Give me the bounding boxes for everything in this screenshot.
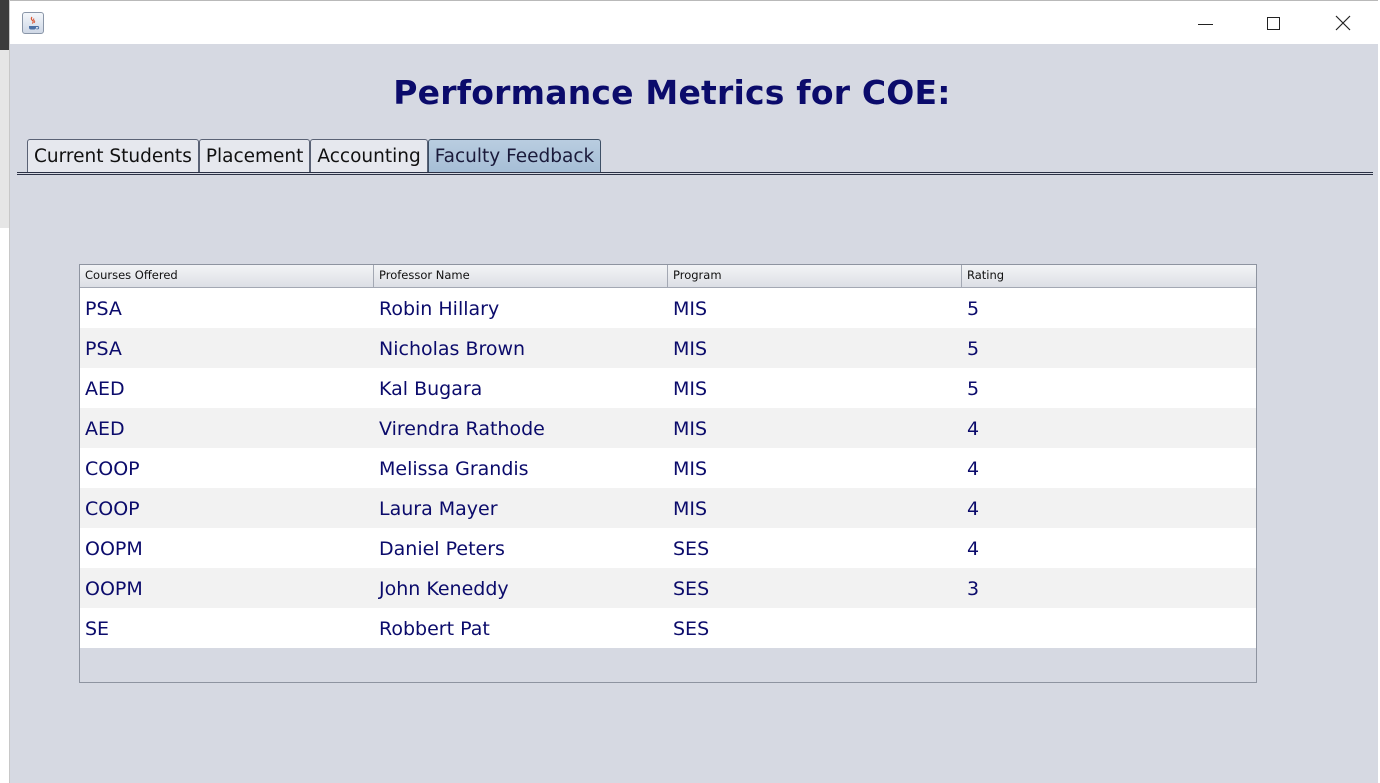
page-title: Performance Metrics for COE: [393, 73, 951, 112]
table-row[interactable]: SE Robbert Pat SES [80, 608, 1256, 648]
column-header-program[interactable]: Program [668, 265, 962, 287]
table-row[interactable]: OOPM Daniel Peters SES 4 [80, 528, 1256, 568]
app-window: Performance Metrics for COE: Current Stu… [10, 0, 1378, 783]
cell-program[interactable]: SES [668, 528, 962, 568]
cell-professor[interactable]: Robin Hillary [374, 288, 668, 328]
close-button[interactable] [1308, 1, 1378, 45]
cell-program[interactable]: MIS [668, 408, 962, 448]
cell-rating[interactable] [962, 608, 1254, 648]
cell-course[interactable]: PSA [80, 328, 374, 368]
cell-course[interactable]: SE [80, 608, 374, 648]
cell-course[interactable]: AED [80, 368, 374, 408]
minimize-icon [1197, 23, 1213, 25]
cell-program[interactable]: MIS [668, 488, 962, 528]
table-row[interactable]: COOP Melissa Grandis MIS 4 [80, 448, 1256, 488]
cell-professor[interactable]: Nicholas Brown [374, 328, 668, 368]
table-header: Courses Offered Professor Name Program R… [80, 265, 1256, 288]
faculty-feedback-table[interactable]: Courses Offered Professor Name Program R… [79, 264, 1257, 683]
cell-rating[interactable]: 5 [962, 328, 1254, 368]
cell-professor[interactable]: Daniel Peters [374, 528, 668, 568]
cell-course[interactable]: AED [80, 408, 374, 448]
java-coffee-icon[interactable] [22, 12, 44, 34]
tab-current-students[interactable]: Current Students [27, 139, 199, 172]
tab-accounting[interactable]: Accounting [310, 139, 428, 172]
cell-program[interactable]: MIS [668, 288, 962, 328]
cell-rating[interactable]: 4 [962, 528, 1254, 568]
column-header-professor-name[interactable]: Professor Name [374, 265, 668, 287]
cell-course[interactable]: OOPM [80, 528, 374, 568]
cell-program[interactable]: MIS [668, 328, 962, 368]
cell-professor[interactable]: Kal Bugara [374, 368, 668, 408]
tab-divider [17, 172, 1373, 175]
maximize-icon [1266, 16, 1280, 30]
table-row[interactable]: COOP Laura Mayer MIS 4 [80, 488, 1256, 528]
cell-course[interactable]: PSA [80, 288, 374, 328]
cell-course[interactable]: COOP [80, 448, 374, 488]
cell-professor[interactable]: Robbert Pat [374, 608, 668, 648]
cell-rating[interactable]: 5 [962, 288, 1254, 328]
cell-rating[interactable]: 4 [962, 488, 1254, 528]
cell-course[interactable]: OOPM [80, 568, 374, 608]
cell-rating[interactable]: 4 [962, 408, 1254, 448]
background-desktop-strip [0, 0, 10, 783]
cell-professor[interactable]: Laura Mayer [374, 488, 668, 528]
close-icon [1335, 15, 1351, 31]
table-row[interactable]: OOPM John Keneddy SES 3 [80, 568, 1256, 608]
cell-program[interactable]: SES [668, 608, 962, 648]
tab-faculty-feedback[interactable]: Faculty Feedback [427, 139, 602, 172]
table-body: PSA Robin Hillary MIS 5 PSA Nicholas Bro… [80, 288, 1256, 648]
cell-course[interactable]: COOP [80, 488, 374, 528]
cell-professor[interactable]: Virendra Rathode [374, 408, 668, 448]
cell-rating[interactable]: 4 [962, 448, 1254, 488]
column-header-rating[interactable]: Rating [962, 265, 1254, 287]
tab-bar: Current Students Placement Accounting Fa… [27, 139, 602, 173]
column-header-courses-offered[interactable]: Courses Offered [80, 265, 374, 287]
table-row[interactable]: PSA Robin Hillary MIS 5 [80, 288, 1256, 328]
cell-program[interactable]: MIS [668, 368, 962, 408]
cell-professor[interactable]: Melissa Grandis [374, 448, 668, 488]
cell-program[interactable]: MIS [668, 448, 962, 488]
maximize-button[interactable] [1238, 1, 1308, 45]
tab-placement[interactable]: Placement [198, 139, 311, 172]
table-row[interactable]: PSA Nicholas Brown MIS 5 [80, 328, 1256, 368]
title-bar[interactable] [10, 0, 1378, 44]
cell-rating[interactable]: 5 [962, 368, 1254, 408]
table-row[interactable]: AED Virendra Rathode MIS 4 [80, 408, 1256, 448]
table-row[interactable]: AED Kal Bugara MIS 5 [80, 368, 1256, 408]
minimize-button[interactable] [1170, 1, 1240, 45]
cell-rating[interactable]: 3 [962, 568, 1254, 608]
cell-professor[interactable]: John Keneddy [374, 568, 668, 608]
cell-program[interactable]: SES [668, 568, 962, 608]
